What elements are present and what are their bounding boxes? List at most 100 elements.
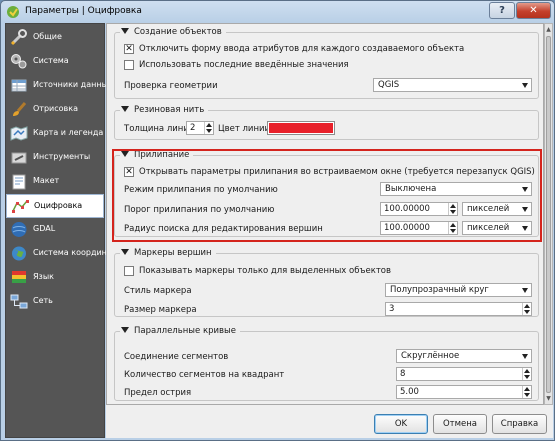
marker-size-spinbox[interactable]: 3: [385, 302, 532, 316]
line-width-label: Толщина линии: [124, 124, 195, 134]
sidebar-item-label: Карта и легенда: [33, 128, 104, 137]
markers-selected-only-checkbox[interactable]: [124, 266, 134, 276]
reuse-values-checkbox[interactable]: [124, 60, 134, 70]
combo-value: QGIS: [378, 80, 400, 90]
close-button[interactable]: ✕: [516, 2, 551, 19]
collapse-arrow-icon[interactable]: [121, 106, 129, 112]
quadrant-segments-label: Количество сегментов на квадрант: [124, 370, 285, 380]
sidebar-item-gdal[interactable]: GDAL: [6, 218, 104, 242]
content-scrollbar[interactable]: ▲ ▼: [544, 23, 553, 405]
sidebar-item-label: Общие: [33, 32, 62, 41]
suppress-form-label: Отключить форму ввода атрибутов для кажд…: [139, 44, 465, 54]
sidebar-item-label: Язык: [33, 272, 54, 281]
group-title: Резиновая нить: [134, 105, 205, 115]
globe-icon: [12, 246, 26, 261]
tools-icon: [11, 152, 27, 164]
spin-down-icon: [206, 129, 212, 133]
sidebar-item-label: Система координат: [33, 248, 117, 257]
sidebar-item-general[interactable]: Общие: [6, 26, 104, 50]
group-title: Маркеры вершин: [134, 248, 212, 258]
spin-value: 5.00: [400, 387, 419, 397]
feature-creation-header[interactable]: Создание объектов: [120, 27, 226, 37]
line-width-spinbox[interactable]: 2: [186, 121, 214, 135]
suppress-form-checkbox[interactable]: ✕: [124, 44, 134, 54]
collapse-arrow-icon[interactable]: [121, 28, 129, 34]
map-icon: [10, 126, 28, 141]
spin-down-icon: [524, 393, 530, 397]
table-icon: [11, 79, 27, 92]
vertex-markers-header[interactable]: Маркеры вершин: [120, 248, 216, 258]
sidebar-item-rendering[interactable]: Отрисовка: [6, 98, 104, 122]
geometry-check-label: Проверка геометрии: [124, 81, 218, 91]
vertex-markers-group: Маркеры вершин Показывать маркеры только…: [114, 248, 539, 317]
sidebar-item-label: GDAL: [33, 224, 56, 233]
sidebar-item-crs[interactable]: Система координат: [6, 242, 116, 266]
join-style-label: Соединение сегментов: [124, 352, 229, 362]
sidebar-item-label: Макет: [33, 176, 60, 185]
qgis-app-icon: [7, 6, 19, 18]
sidebar-item-label: Инструменты: [33, 152, 91, 161]
marker-style-combo[interactable]: Полупрозрачный круг: [385, 283, 532, 297]
spin-up-icon: [524, 387, 530, 391]
spin-down-icon: [524, 375, 530, 379]
spin-value: 3: [389, 304, 395, 314]
markers-selected-only-label: Показывать маркеры только для выделенных…: [139, 266, 392, 276]
brush-icon: [13, 102, 27, 116]
rubberband-header[interactable]: Резиновая нить: [120, 105, 209, 115]
help-button[interactable]: Справка: [492, 414, 547, 434]
feature-creation-group: Создание объектов ✕ Отключить форму ввод…: [114, 27, 539, 99]
sidebar-item-network[interactable]: Сеть: [6, 290, 104, 314]
group-title: Параллельные кривые: [134, 326, 236, 336]
gdal-icon: [11, 222, 27, 237]
sidebar-item-label: Система: [33, 56, 69, 65]
spin-down-icon: [524, 310, 530, 314]
collapse-arrow-icon[interactable]: [121, 249, 129, 255]
sidebar-item-label: Оцифровка: [34, 201, 83, 210]
title-bar[interactable]: Параметры | Оцифровка ? ✕: [1, 1, 554, 23]
sidebar-item-digitizing[interactable]: Оцифровка: [6, 194, 104, 218]
spin-arrows[interactable]: [522, 303, 531, 315]
scroll-thumb[interactable]: [546, 36, 551, 393]
snapping-highlight-frame: [112, 149, 542, 242]
offset-curves-group: Параллельные кривые Соединение сегментов…: [114, 326, 539, 401]
marker-size-label: Размер маркера: [124, 305, 197, 315]
sidebar-item-system[interactable]: Система: [6, 50, 104, 74]
miter-limit-spinbox[interactable]: 5.00: [396, 385, 532, 399]
collapse-arrow-icon[interactable]: [121, 327, 129, 333]
offset-curves-header[interactable]: Параллельные кривые: [120, 326, 240, 336]
spin-value: 2: [190, 123, 196, 133]
help-title-button[interactable]: ?: [489, 2, 515, 19]
join-style-combo[interactable]: Скруглённое: [396, 349, 532, 363]
sidebar-item-layout[interactable]: Макет: [6, 170, 104, 194]
spin-arrows[interactable]: [204, 122, 213, 134]
spin-arrows[interactable]: [522, 368, 531, 380]
scroll-down-icon[interactable]: ▼: [545, 394, 552, 403]
color-swatch: [269, 123, 333, 133]
sidebar-item-map-legend[interactable]: Карта и легенда: [6, 122, 104, 146]
rubberband-group: Резиновая нить Толщина линии 2 Цвет лини…: [114, 105, 539, 140]
line-color-button[interactable]: [267, 121, 335, 135]
sidebar-item-tools[interactable]: Инструменты: [6, 146, 104, 170]
flag-icon: [12, 271, 26, 283]
quadrant-segments-spinbox[interactable]: 8: [396, 367, 532, 381]
ok-button[interactable]: OK: [374, 414, 428, 434]
spin-up-icon: [524, 304, 530, 308]
dialog-button-box: OK Отмена Справка: [106, 405, 553, 438]
digitizing-icon: [12, 200, 29, 213]
geometry-check-combo[interactable]: QGIS: [373, 78, 532, 92]
scroll-up-icon[interactable]: ▲: [545, 25, 552, 34]
sidebar-item-label: Сеть: [33, 296, 53, 305]
marker-style-label: Стиль маркера: [124, 286, 192, 296]
options-dialog: Параметры | Оцифровка ? ✕ Общие Система …: [0, 0, 555, 441]
spin-arrows[interactable]: [522, 386, 531, 398]
sidebar-item-data-sources[interactable]: Источники данных: [6, 74, 113, 98]
cancel-button[interactable]: Отмена: [433, 414, 487, 434]
network-icon: [10, 294, 28, 309]
layout-icon: [12, 174, 26, 190]
combo-value: Полупрозрачный круг: [390, 285, 489, 295]
sidebar-item-locale[interactable]: Язык: [6, 266, 104, 290]
chevron-down-icon: [522, 83, 528, 88]
sidebar-item-label: Отрисовка: [33, 104, 78, 113]
spin-value: 8: [400, 369, 406, 379]
wrench-icon: [10, 29, 27, 46]
